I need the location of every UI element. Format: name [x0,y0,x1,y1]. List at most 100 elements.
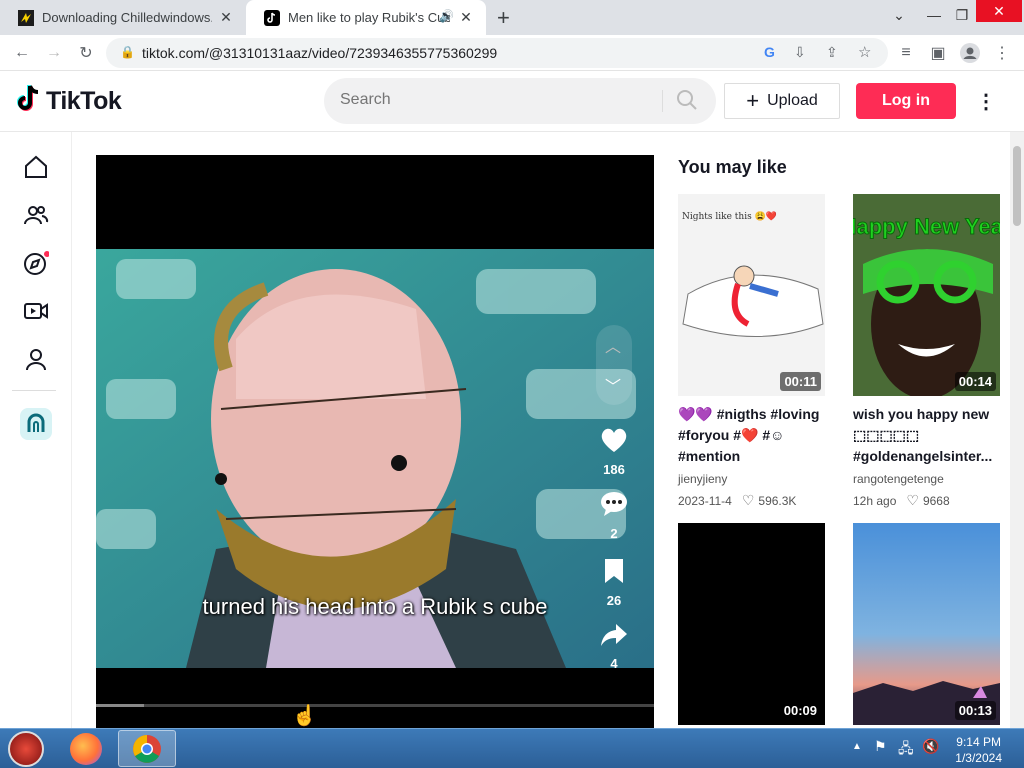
download-favicon-icon [18,9,34,26]
creator-tools-icon[interactable] [20,408,52,440]
close-window-button[interactable]: ✕ [976,0,1022,22]
action-center-flag-icon[interactable]: ⚑ [874,738,887,755]
url-text[interactable]: tiktok.com/@31310131aaz/video/7239346355… [142,45,497,61]
profile-icon[interactable] [20,343,52,375]
video-thumbnail[interactable]: 00:09 [678,523,825,725]
upload-button[interactable]: + Upload [724,83,840,119]
next-video-chevron-down-icon[interactable]: ﹀ [605,373,621,397]
video-date: 2023-11-4 [678,493,732,508]
explore-compass-icon[interactable] [20,247,52,279]
mouse-cursor-icon: ☝ [292,705,317,727]
search-input[interactable] [340,91,640,109]
video-duration: 00:11 [780,372,821,391]
plus-icon: + [746,88,760,113]
system-clock[interactable]: 9:14 PM 1/3/2024 [955,734,1002,766]
profile-avatar-icon[interactable] [958,41,982,65]
heart-outline-icon: ♡ [741,492,755,508]
start-button[interactable] [8,731,44,767]
recommended-video-card[interactable]: Happy New Year 00:14 wish you happy new … [853,194,1000,514]
tiktok-note-icon [16,84,42,119]
video-thumbnail[interactable]: Happy New Year 00:14 [853,194,1000,396]
address-bar[interactable]: 🔒 tiktok.com/@31310131aaz/video/72393463… [106,38,888,68]
google-icon[interactable]: G [764,44,775,60]
video-author[interactable]: jienyjieny [678,472,727,486]
comment-button[interactable]: 2 [596,491,632,541]
heart-icon [601,428,627,452]
like-button[interactable]: 186 [596,427,632,477]
windows-taskbar: ▲ ⚑ 🖧 🔇 9:14 PM 1/3/2024 [0,728,1024,768]
save-button[interactable]: 26 [596,558,632,608]
video-meta: 12h ago ♡ 9668 [853,492,950,509]
share-count: 4 [610,656,618,671]
bookmark-star-icon[interactable]: ☆ [858,43,871,61]
chrome-taskbar-button[interactable] [118,730,176,767]
firefox-icon[interactable] [70,733,102,765]
video-thumbnail[interactable]: 00:13 [853,523,1000,725]
recommended-video-card[interactable]: 00:13 [853,523,1000,725]
tiktok-header: TikTok + Upload Log in ⋮ [0,71,1024,132]
restore-button[interactable]: ❐ [948,0,976,30]
install-icon[interactable]: ⇩ [794,44,806,61]
share-arrow-icon [601,624,627,646]
video-player[interactable]: turned his head into a Rubik s cube ︿ ﹀ … [96,155,654,728]
search-bar[interactable] [324,78,716,124]
live-video-icon[interactable] [20,295,52,327]
login-button[interactable]: Log in [856,83,956,119]
video-thumbnail[interactable]: Nights like this 😩❤️ 00:11 [678,194,825,396]
following-icon[interactable] [20,199,52,231]
scrollbar-thumb[interactable] [1013,146,1021,226]
reload-icon[interactable]: ↻ [74,41,98,65]
scrollbar[interactable] [1010,132,1024,728]
bookmark-icon [605,559,623,583]
video-likes: 596.3K [758,493,797,508]
lock-icon[interactable]: 🔒 [120,45,135,59]
tab-tiktok-video[interactable]: Men like to play Rubik's Cube 🔊 ✕ [246,0,486,35]
clock-date: 1/3/2024 [955,751,1002,765]
share-icon[interactable]: ⇪ [826,44,838,61]
home-icon[interactable] [20,151,52,183]
side-panel-icon[interactable]: ▣ [926,41,950,65]
video-date: 12h ago [853,493,897,508]
you-may-like-heading: You may like [678,157,787,177]
clock-time: 9:14 PM [956,735,1001,749]
comment-icon [601,492,627,516]
audio-playing-icon[interactable]: 🔊 [439,9,454,23]
tab-label: Downloading Chilledwindows.exe [42,10,212,25]
chrome-menu-icon[interactable]: ⋮ [990,41,1014,65]
previous-video-chevron-up-icon[interactable]: ︿ [605,333,621,357]
share-button[interactable]: 4 [596,623,632,671]
search-icon[interactable] [676,89,698,116]
nav-divider [12,390,56,391]
tab-search-chevron-icon[interactable]: ⌄ [884,0,914,30]
tiktok-logo[interactable]: TikTok [16,84,122,119]
close-tab-icon[interactable]: ✕ [218,9,234,26]
video-progress-fill [96,704,144,707]
video-caption: turned his head into a Rubik s cube [202,594,548,619]
video-title[interactable]: wish you happy new ⬚⬚⬚⬚⬚ #goldenangelsin… [853,404,1003,467]
heart-outline-icon: ♡ [906,492,919,508]
new-tab-button[interactable]: + [497,5,510,31]
forward-arrow-icon[interactable]: → [42,41,66,65]
save-count: 26 [606,593,622,608]
video-duration: 00:13 [954,701,996,720]
tab-downloading[interactable]: Downloading Chilledwindows.exe ✕ [0,0,246,35]
minimize-button[interactable]: — [920,0,948,30]
comment-count: 2 [610,526,618,541]
video-progress-bar[interactable] [96,704,654,707]
video-duration: 00:14 [954,372,996,391]
tiktok-logo-text: TikTok [46,87,122,115]
back-arrow-icon[interactable]: ← [10,41,34,65]
volume-muted-icon[interactable]: 🔇 [922,738,939,755]
network-icon[interactable]: 🖧 [898,738,914,762]
video-author[interactable]: rangotengetenge [853,472,944,486]
video-frame: turned his head into a Rubik s cube [96,249,654,668]
tiktok-favicon-icon [264,9,280,26]
recommended-video-card[interactable]: Nights like this 😩❤️ 00:11 💜💜 #nigths #l… [678,194,825,514]
video-meta: 2023-11-4 ♡ 596.3K [678,492,796,509]
show-hidden-icons-icon[interactable]: ▲ [852,741,862,752]
video-title[interactable]: 💜💜 #nigths #loving #foryou #❤️ #☺ #menti… [678,404,828,467]
close-tab-icon[interactable]: ✕ [458,9,474,26]
recommended-video-card[interactable]: 00:09 [678,523,825,725]
media-controls-icon[interactable]: ≡ [894,41,918,65]
more-menu-icon[interactable]: ⋮ [976,89,996,114]
